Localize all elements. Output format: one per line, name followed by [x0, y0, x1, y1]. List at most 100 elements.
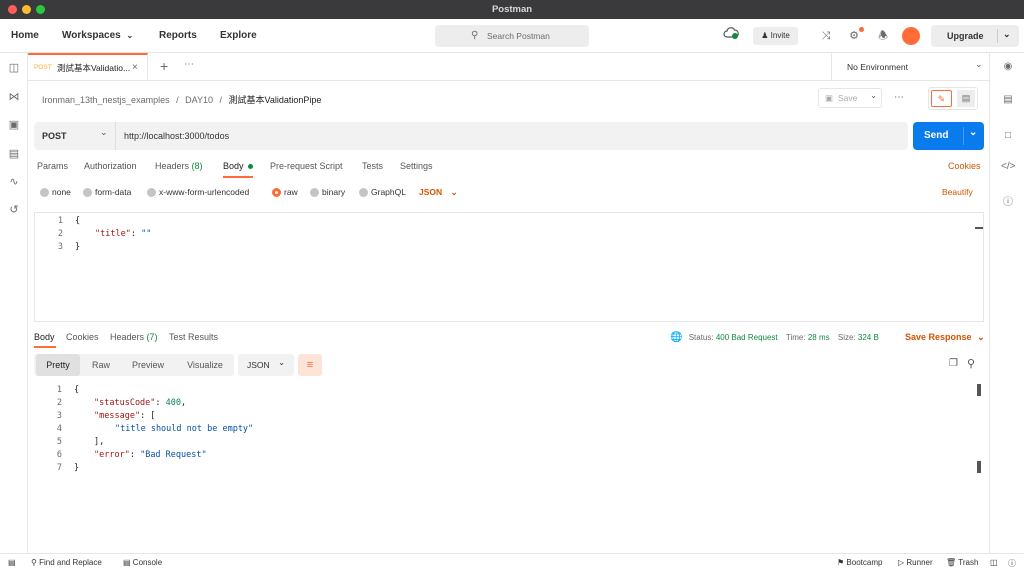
breadcrumb-folder[interactable]: DAY10 [185, 95, 213, 105]
tab-headers[interactable]: Headers (8) [155, 161, 203, 171]
view-preview[interactable]: Preview [124, 354, 172, 376]
save-response-button[interactable]: Save Response ⌄ [905, 332, 985, 343]
url-input[interactable]: http://localhost:3000/todos [124, 131, 229, 141]
zoom-window-button[interactable] [36, 5, 45, 14]
radio-none[interactable] [40, 188, 49, 197]
divider [963, 127, 964, 145]
tab-authorization[interactable]: Authorization [84, 161, 137, 171]
radio-graphql[interactable] [359, 188, 368, 197]
search-icon[interactable]: ⚲ [967, 357, 975, 370]
two-pane-icon[interactable]: ◫ [990, 558, 998, 567]
cookies-link[interactable]: Cookies [948, 161, 981, 171]
status-value[interactable]: 400 Bad Request [716, 333, 778, 342]
request-body-editor[interactable]: 1 2 3 { "title": "" } [34, 212, 984, 322]
radio-binary[interactable] [310, 188, 319, 197]
mock-servers-icon[interactable]: ▤ [7, 147, 21, 161]
globe-icon[interactable]: 🌐 [670, 332, 682, 343]
breadcrumb-request[interactable]: 測試基本ValidationPipe [229, 95, 322, 105]
tab-prerequest-script[interactable]: Pre-request Script [270, 161, 343, 171]
history-icon[interactable]: ↺ [7, 203, 21, 217]
radio-form-data-label: form-data [95, 187, 132, 197]
new-tab-plus-icon[interactable]: + [160, 58, 168, 74]
response-scrollbar[interactable] [977, 384, 981, 396]
copy-icon[interactable]: ❐ [949, 358, 958, 369]
minimize-window-button[interactable] [22, 5, 31, 14]
runner-button[interactable]: ▷ Runner [898, 558, 933, 567]
tab-settings[interactable]: Settings [400, 161, 433, 171]
save-button[interactable]: ▣ Save ⌄ [818, 88, 882, 108]
breadcrumb-collection[interactable]: Ironman_13th_nestjs_examples [42, 95, 170, 105]
chevron-down-icon[interactable]: ⌄ [1003, 23, 1011, 45]
toggle-sidebar-icon[interactable]: ▤ [8, 558, 16, 567]
response-tab-headers[interactable]: Headers (7) [110, 332, 158, 342]
send-button[interactable]: Send ⌄ [913, 122, 984, 150]
response-scrollbar[interactable] [977, 461, 981, 473]
edit-pencil-icon[interactable]: ✎ [931, 90, 952, 107]
bell-icon[interactable]: 🕭 [874, 27, 892, 45]
json-value: "Bad Request" [140, 450, 207, 460]
nav-reports[interactable]: Reports [159, 19, 197, 53]
collections-icon[interactable]: ◫ [7, 61, 21, 75]
response-format-select[interactable]: JSON ⌄ [238, 354, 294, 376]
more-actions-icon[interactable]: ⋯ [894, 92, 904, 103]
tab-body[interactable]: Body [223, 161, 254, 171]
trash-button[interactable]: 🗑 Trash [946, 558, 978, 567]
radio-urlencoded[interactable] [147, 188, 156, 197]
search-box[interactable]: ⚲ Search Postman [435, 25, 589, 47]
satellite-icon[interactable]: ⤨ [817, 27, 835, 45]
environment-selector[interactable]: No Environment ⌄ [831, 53, 989, 81]
chevron-down-icon[interactable]: ⌄ [969, 119, 977, 147]
nav-home[interactable]: Home [11, 19, 39, 53]
response-tab-test-results[interactable]: Test Results [169, 332, 218, 342]
documentation-icon[interactable]: ▤ [957, 90, 975, 107]
close-window-button[interactable] [8, 5, 17, 14]
runner-icon: ▷ [898, 558, 905, 567]
line-number: 1 [56, 385, 62, 395]
chevron-down-icon: ⌄ [100, 127, 108, 137]
more-tabs-icon[interactable]: ⋯ [184, 59, 194, 70]
chevron-down-icon[interactable]: ⌄ [870, 86, 877, 104]
nav-explore[interactable]: Explore [220, 19, 257, 53]
radio-raw[interactable] [272, 188, 281, 197]
json-key: "title" [95, 229, 131, 239]
response-tab-body[interactable]: Body [34, 332, 55, 342]
request-tab[interactable]: POST 測試基本Validatio... × [28, 53, 148, 81]
json-separator: : [130, 229, 142, 239]
info-icon[interactable]: ⓘ [1001, 196, 1015, 210]
tab-tests[interactable]: Tests [362, 161, 383, 171]
code-icon[interactable]: </> [1001, 160, 1015, 174]
response-body-viewer[interactable]: 1 2 3 4 5 6 7 { "statusCode": 400, "mess… [34, 382, 984, 547]
eye-icon[interactable]: ◉ [1001, 60, 1015, 74]
radio-form-data[interactable] [83, 188, 92, 197]
time-value[interactable]: 28 ms [808, 333, 830, 342]
chevron-down-icon: ⌄ [126, 31, 134, 40]
upgrade-button[interactable]: Upgrade ⌄ [931, 25, 1019, 47]
sync-status-icon[interactable] [722, 27, 740, 45]
size-value[interactable]: 324 B [858, 333, 879, 342]
tab-params[interactable]: Params [37, 161, 68, 171]
console-button[interactable]: ▤ Console [123, 558, 162, 567]
editor-scrollbar[interactable] [975, 227, 983, 229]
view-visualize[interactable]: Visualize [178, 354, 232, 376]
view-pretty[interactable]: Pretty [36, 354, 80, 376]
monitors-icon[interactable]: ∿ [7, 175, 21, 189]
response-tab-cookies[interactable]: Cookies [66, 332, 99, 342]
method-select[interactable]: POST ⌄ [34, 122, 116, 150]
environments-icon[interactable]: ▣ [7, 118, 21, 132]
tab-method: POST [34, 64, 52, 71]
body-format-select[interactable]: JSON ⌄ [419, 187, 458, 198]
apis-icon[interactable]: ⋈ [7, 90, 21, 104]
help-icon[interactable]: ⓘ [1008, 558, 1016, 569]
documentation-icon[interactable]: ▤ [1001, 93, 1015, 107]
wrap-lines-icon[interactable]: ≡ [298, 354, 322, 376]
close-icon[interactable]: × [132, 55, 138, 81]
comments-icon[interactable]: □ [1001, 129, 1015, 143]
beautify-link[interactable]: Beautify [942, 187, 973, 197]
nav-workspaces[interactable]: Workspaces ⌄ [62, 19, 133, 53]
invite-button[interactable]: ♟ Invite [753, 27, 798, 45]
view-raw[interactable]: Raw [84, 354, 118, 376]
breadcrumb-separator: / [176, 95, 179, 105]
bootcamp-button[interactable]: ⚑ Bootcamp [837, 558, 882, 567]
avatar[interactable] [902, 27, 920, 45]
find-replace-button[interactable]: ⚲ Find and Replace [31, 558, 102, 567]
